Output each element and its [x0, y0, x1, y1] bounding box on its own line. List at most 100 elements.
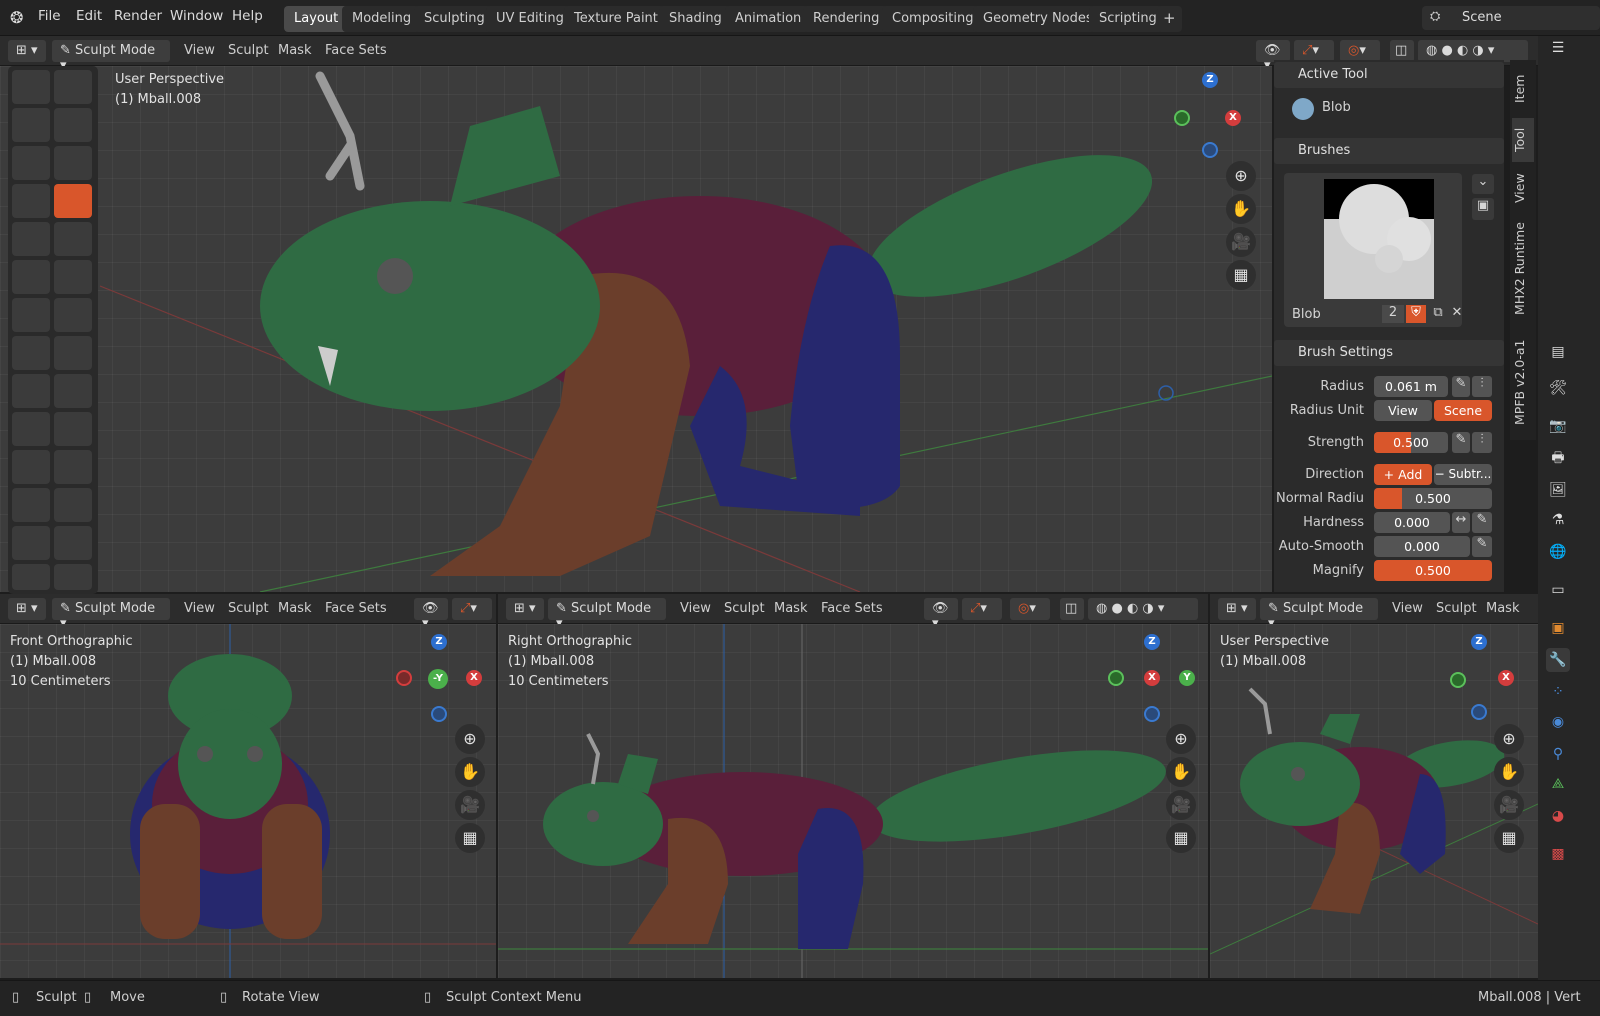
- menu-sculpt[interactable]: Sculpt: [228, 601, 269, 616]
- autosmooth-field[interactable]: 0.000: [1374, 536, 1470, 557]
- tab-mpfb[interactable]: MPFB v2.0-a1: [1512, 330, 1534, 434]
- menu-view[interactable]: View: [184, 43, 215, 58]
- main-viewport[interactable]: User Perspective (1) Mball.008 Z X ⊕ ✋ 🎥…: [0, 66, 1272, 592]
- strength-pressure-icon[interactable]: ✎: [1452, 432, 1470, 453]
- front-ortho-viewport[interactable]: Front Orthographic (1) Mball.008 10 Cent…: [0, 624, 496, 978]
- chevron-down-icon[interactable]: ⌄: [1472, 174, 1494, 194]
- gizmo-neg-z-axis[interactable]: [431, 706, 447, 722]
- visibility-button[interactable]: 👁▾: [1256, 40, 1290, 73]
- gizmo-x-axis[interactable]: X: [1225, 110, 1241, 126]
- gizmo-z-axis[interactable]: Z: [1471, 634, 1487, 650]
- menu-view[interactable]: View: [1392, 601, 1423, 616]
- outliner-icon[interactable]: ☰: [1546, 36, 1570, 60]
- camera-icon[interactable]: 🎥: [1166, 790, 1196, 820]
- object-properties-icon[interactable]: ▣: [1546, 616, 1570, 640]
- menu-sculpt[interactable]: Sculpt: [1436, 601, 1477, 616]
- radius-unit-scene-button[interactable]: Scene: [1434, 400, 1492, 421]
- gizmo-x-axis[interactable]: X: [1498, 670, 1514, 686]
- hardness-pressure-icon[interactable]: ✎: [1472, 512, 1492, 533]
- pan-hand-icon[interactable]: ✋: [455, 757, 485, 787]
- data-properties-icon[interactable]: ⟁: [1546, 772, 1570, 796]
- snake-hook-brush-icon[interactable]: [54, 374, 92, 408]
- pan-hand-icon[interactable]: ✋: [1494, 757, 1524, 787]
- mode-selector[interactable]: ✎ Sculpt Mode ▾: [52, 40, 170, 73]
- duplicate-brush-icon[interactable]: ⧉: [1428, 305, 1448, 323]
- user-perspective-viewport[interactable]: User Perspective (1) Mball.008 Z X ⊕ ✋ 🎥…: [1210, 624, 1538, 978]
- smooth-brush-icon[interactable]: [54, 222, 92, 256]
- tab-layout[interactable]: Layout: [284, 6, 349, 32]
- view-layer-icon[interactable]: 🖼: [1546, 478, 1570, 502]
- overlay-toggle[interactable]: ◎▾: [1340, 40, 1380, 62]
- mask-brush-icon[interactable]: [12, 564, 50, 590]
- tab-geometry-nodes[interactable]: Geometry Nodes: [973, 6, 1103, 32]
- scene-properties-icon[interactable]: ⚗: [1546, 508, 1570, 532]
- editor-type-button[interactable]: ⊞ ▾: [1218, 598, 1256, 620]
- shading-buttons[interactable]: ◍ ● ◐ ◑ ▾: [1088, 598, 1198, 620]
- brush-preview-box[interactable]: Blob 2 ⛨ ⧉ ✕: [1284, 173, 1462, 327]
- tab-compositing[interactable]: Compositing: [882, 6, 984, 32]
- layer-brush-icon[interactable]: [54, 146, 92, 180]
- pen-pressure-icon[interactable]: ✎: [1452, 376, 1470, 397]
- pan-hand-icon[interactable]: ✋: [1226, 194, 1256, 224]
- elastic-deform-brush-icon[interactable]: [12, 374, 50, 408]
- gizmo-toggle[interactable]: ⤢▾: [452, 598, 492, 620]
- menu-mask[interactable]: Mask: [278, 43, 311, 58]
- tab-animation[interactable]: Animation: [725, 6, 812, 32]
- gizmo-neg-y-axis[interactable]: [1450, 672, 1466, 688]
- hardness-field[interactable]: 0.000: [1374, 512, 1450, 533]
- clay-brush-icon[interactable]: [12, 108, 50, 142]
- tool-settings-icon[interactable]: 🛠: [1546, 376, 1570, 400]
- gizmo-neg-y-axis[interactable]: -Y: [428, 669, 448, 689]
- gizmo-neg-z-axis[interactable]: [1144, 706, 1160, 722]
- world-properties-icon[interactable]: 🌐: [1546, 540, 1570, 564]
- visibility-button[interactable]: 👁▾: [924, 598, 958, 631]
- direction-subtract-button[interactable]: − Subtr...: [1434, 464, 1492, 485]
- tab-texture-paint[interactable]: Texture Paint: [564, 6, 668, 32]
- scene-selector[interactable]: ⛭ Scene: [1422, 6, 1600, 30]
- flatten-brush-icon[interactable]: [12, 260, 50, 294]
- constraints-icon[interactable]: ⚲: [1546, 742, 1570, 766]
- fake-user-shield-icon[interactable]: ⛨: [1406, 305, 1426, 323]
- tab-view[interactable]: View: [1512, 166, 1534, 210]
- clay-thumb-brush-icon[interactable]: [12, 146, 50, 180]
- menu-sculpt[interactable]: Sculpt: [228, 43, 269, 58]
- physics-icon[interactable]: ◉: [1546, 710, 1570, 734]
- editor-type-button[interactable]: ⊞ ▾: [8, 598, 46, 620]
- properties-editor-icon[interactable]: ▤: [1546, 340, 1570, 364]
- zoom-icon[interactable]: ⊕: [1226, 161, 1256, 191]
- boundary-brush-icon[interactable]: [54, 488, 92, 522]
- active-tool-panel-header[interactable]: Active Tool: [1274, 62, 1504, 88]
- menu-render[interactable]: Render: [114, 8, 162, 24]
- tab-item[interactable]: Item: [1512, 64, 1534, 114]
- camera-icon[interactable]: 🎥: [1226, 227, 1256, 257]
- magnify-field[interactable]: 0.500: [1374, 560, 1492, 581]
- gizmo-neg-x-axis[interactable]: [396, 670, 412, 686]
- radius-unit-view-button[interactable]: View: [1374, 400, 1432, 421]
- brush-users-count[interactable]: 2: [1382, 305, 1404, 323]
- crease-brush-icon[interactable]: [12, 222, 50, 256]
- nudge-brush-icon[interactable]: [12, 450, 50, 484]
- gizmo-z-axis[interactable]: Z: [1202, 72, 1218, 88]
- tab-uv-editing[interactable]: UV Editing: [486, 6, 574, 32]
- radius-curve-icon[interactable]: ⫶: [1472, 376, 1492, 397]
- autosmooth-pressure-icon[interactable]: ✎: [1472, 536, 1492, 557]
- blob-brush-icon[interactable]: [54, 184, 92, 218]
- pan-hand-icon[interactable]: ✋: [1166, 757, 1196, 787]
- close-icon[interactable]: ✕: [1450, 305, 1464, 323]
- material-icon[interactable]: ◕: [1546, 804, 1570, 828]
- blender-logo-icon[interactable]: ❂: [10, 8, 23, 27]
- tab-mhx2-runtime[interactable]: MHX2 Runtime: [1512, 214, 1534, 324]
- mode-selector[interactable]: ✎ Sculpt Mode ▾: [1260, 598, 1378, 631]
- direction-add-button[interactable]: + Add: [1374, 464, 1432, 485]
- modifier-wrench-icon[interactable]: 🔧: [1546, 648, 1570, 672]
- gizmo-neg-y-axis[interactable]: [1174, 110, 1190, 126]
- tab-scripting[interactable]: Scripting: [1089, 6, 1167, 32]
- cloth-brush-icon[interactable]: [12, 526, 50, 560]
- mode-selector[interactable]: ✎ Sculpt Mode ▾: [52, 598, 170, 631]
- invert-arrows-icon[interactable]: ↔: [1452, 512, 1470, 533]
- gizmo-z-axis[interactable]: Z: [1144, 634, 1160, 650]
- camera-icon[interactable]: 🎥: [455, 790, 485, 820]
- gizmo-neg-z-axis[interactable]: [1471, 704, 1487, 720]
- menu-help[interactable]: Help: [232, 8, 263, 24]
- inflate-brush-icon[interactable]: [12, 184, 50, 218]
